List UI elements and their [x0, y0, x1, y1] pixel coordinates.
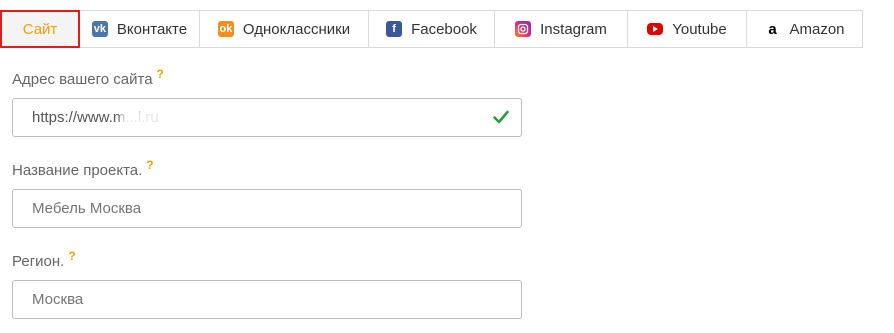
region-field[interactable] [12, 280, 522, 319]
instagram-icon [515, 21, 532, 37]
tab-site[interactable]: Сайт [0, 10, 80, 48]
tab-site-label: Сайт [22, 20, 58, 38]
region-input[interactable] [13, 281, 472, 318]
youtube-icon [647, 23, 664, 35]
site-address-input[interactable] [13, 99, 472, 136]
project-name-field[interactable] [12, 189, 522, 228]
redaction-blur [121, 109, 241, 131]
tab-instagram[interactable]: Instagram [495, 10, 628, 48]
project-name-label: Название проекта.? [12, 158, 154, 179]
region-help-icon[interactable]: ? [68, 249, 75, 263]
tab-facebook-label: Facebook [411, 20, 477, 38]
tab-vkontakte-label: Вконтакте [116, 20, 188, 38]
tab-vkontakte[interactable]: vk Вконтакте [80, 10, 200, 48]
tab-odnoklassniki-label: Одноклассники [242, 20, 351, 38]
tab-facebook[interactable]: f Facebook [369, 10, 495, 48]
odnoklassniki-icon: ok [217, 21, 234, 37]
project-name-input[interactable] [13, 190, 472, 227]
site-address-label: Адрес вашего сайта? [12, 67, 164, 88]
site-address-field[interactable] [12, 98, 522, 137]
amazon-icon: a [768, 20, 777, 38]
tab-amazon-label: Amazon [789, 20, 845, 38]
tab-amazon[interactable]: a Amazon [747, 10, 863, 48]
facebook-icon: f [386, 21, 403, 37]
project-help-icon[interactable]: ? [146, 158, 153, 172]
vk-icon: vk [91, 21, 108, 37]
tab-youtube-label: Youtube [672, 20, 727, 38]
region-label: Регион.? [12, 249, 76, 270]
tab-odnoklassniki[interactable]: ok Одноклассники [200, 10, 369, 48]
site-help-icon[interactable]: ? [157, 67, 164, 81]
social-tabs: Сайт vk Вконтакте ok Одноклассники f Fac… [0, 10, 863, 48]
tab-youtube[interactable]: Youtube [628, 10, 747, 48]
checkmark-icon [493, 110, 509, 129]
tab-instagram-label: Instagram [540, 20, 607, 38]
